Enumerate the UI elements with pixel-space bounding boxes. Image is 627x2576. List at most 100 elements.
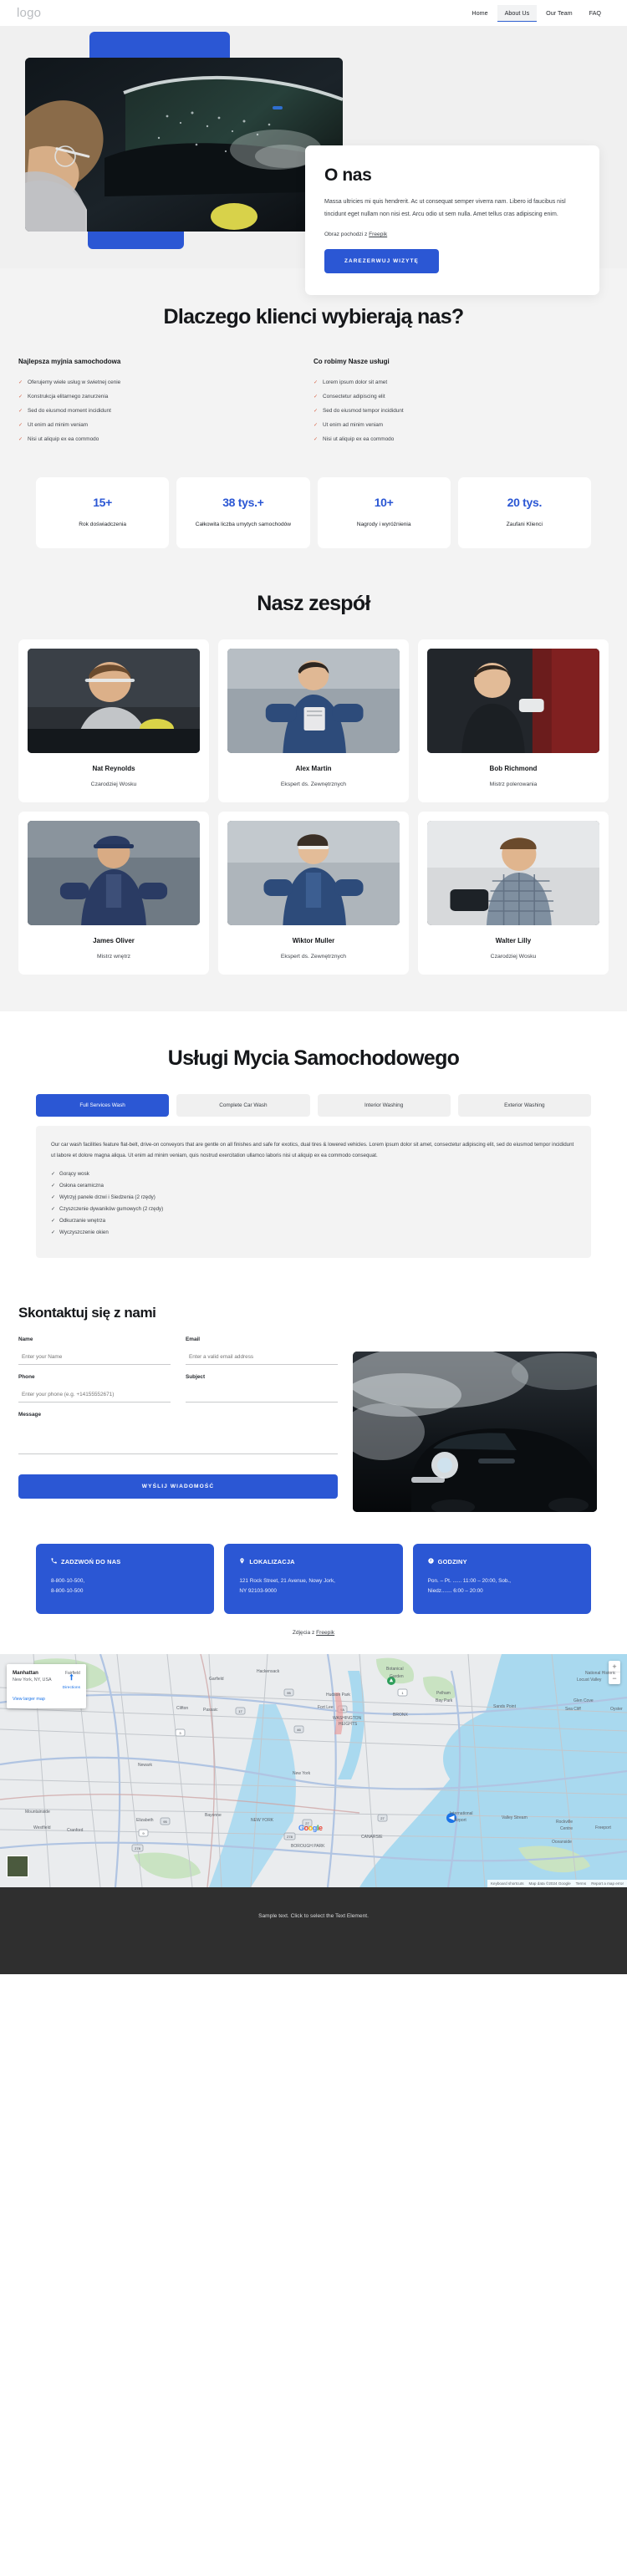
info-card-title: ZADZWOŃ DO NAS: [61, 1557, 121, 1565]
subject-label: Subject: [186, 1373, 206, 1380]
map-label: BOROUGH PARK: [291, 1843, 325, 1849]
team-member-card[interactable]: Walter Lilly Czarodziej Wosku: [418, 811, 609, 975]
team-member-card[interactable]: James Oliver Mistrz wnętrz: [18, 811, 209, 975]
check-icon: ✓: [51, 1183, 56, 1189]
map-label: Fort Lee: [318, 1704, 334, 1710]
info-card-title: GODZINY: [437, 1557, 467, 1565]
nav-item-about-us[interactable]: About Us: [497, 4, 538, 22]
map-terms-link[interactable]: Terms: [576, 1881, 587, 1886]
message-field-group: Message: [18, 1412, 338, 1459]
stat-card: 15+ Rok doświadczenia: [36, 477, 170, 548]
map-label: Westfield: [33, 1825, 51, 1830]
list-item: ✓ Oferujemy wiele usług w świetnej cenie: [18, 379, 288, 385]
phone-label: Phone: [18, 1373, 35, 1380]
hero-credit-link[interactable]: Freepik: [369, 232, 387, 237]
hero-section: O nas Massa ultricies mi quis hendrerit.…: [0, 26, 627, 296]
why-column-2-list: ✓ Lorem ipsum dolor sit amet ✓ Consectetur…: [314, 379, 584, 442]
tab-complete-car-wash[interactable]: Complete Car Wash: [176, 1093, 310, 1117]
map-label: Newark: [138, 1762, 152, 1768]
team-member-name: Walter Lilly: [495, 936, 532, 944]
map-label: Sands Point: [493, 1703, 516, 1709]
list-item: ✓ Sed do eiusmod tempor incididunt: [314, 408, 584, 414]
info-card-body: 8-800-10-500, 8-800-10-500: [51, 1577, 85, 1595]
map-embed[interactable]: 95 1 17 46 3 27 27 9 95 278 278 9A Googl…: [0, 1653, 627, 1887]
stat-card: 38 tys.+ Całkowita liczba umytych samoch…: [176, 477, 310, 548]
view-larger-map-link[interactable]: View larger map: [13, 1697, 80, 1702]
team-member-card[interactable]: Alex Martin Ekspert ds. Zewnętrznych: [218, 639, 409, 802]
list-item-label: Nisi ut aliquip ex ea commodo: [28, 436, 99, 442]
book-appointment-button[interactable]: ZAREZERWUJ WIZYTĘ: [324, 249, 439, 274]
map-label: Airport: [454, 1817, 466, 1823]
check-icon: ✓: [18, 437, 23, 442]
stat-label: Całkowita liczba umytych samochodów: [195, 522, 292, 527]
info-card-body: 121 Rock Street, 21 Avenue, Nowy Jork, N…: [239, 1577, 335, 1595]
list-item-label: Czyszczenie dywaników gumowych (2 rzędy): [59, 1205, 164, 1212]
map-label: WASHINGTON: [333, 1715, 362, 1721]
send-message-button[interactable]: WYŚLIJ WIADOMOŚĆ: [18, 1474, 338, 1499]
nav-item-faq[interactable]: FAQ: [582, 5, 609, 21]
team-member-photo: [227, 648, 400, 753]
map-label: Locust Valley: [577, 1677, 602, 1683]
team-section: Nasz zespół Nat Reynolds Czarodziej Wosk…: [0, 586, 627, 1011]
map-place-title: Manhattan: [13, 1669, 38, 1676]
why-columns: Najlepsza myjnia samochodowa ✓ Oferujemy …: [0, 329, 627, 451]
map-directions-label: Directions: [62, 1685, 80, 1690]
team-member-role: Ekspert ds. Zewnętrznych: [280, 953, 347, 960]
logo[interactable]: logo: [17, 6, 41, 20]
list-item-label: Konstrukcja elitarnego zanurzenia: [28, 394, 109, 400]
tab-exterior-washing[interactable]: Exterior Washing: [457, 1093, 591, 1117]
info-card-location: LOKALIZACJA 121 Rock Street, 21 Avenue, …: [224, 1543, 403, 1614]
services-panel-list: ✓ Gorący wosk ✓ Osłona ceramiczna ✓ Wytrzyj…: [51, 1171, 576, 1235]
main-navigation: Home About Us Our Team FAQ: [464, 4, 609, 22]
photo-credit-prefix: Zdjęcia z: [292, 1629, 317, 1636]
team-member-photo: [427, 820, 599, 925]
map-label: Sea Cliff: [565, 1706, 581, 1712]
why-column-1: Najlepsza myjnia samochodowa ✓ Oferujemy …: [18, 358, 314, 451]
map-label: Hudson Park: [326, 1692, 350, 1698]
team-member-card[interactable]: Bob Richmond Mistrz polerowania: [418, 639, 609, 802]
team-member-name: Wiktor Muller: [292, 936, 335, 944]
contact-info-cards: ZADZWOŃ DO NAS 8-800-10-500, 8-800-10-50…: [0, 1533, 627, 1614]
list-item: ✓ Konstrukcja elitarnego zanurzenia: [18, 394, 288, 400]
stat-number: 10+: [374, 496, 394, 509]
list-item-label: Oferujemy wiele usług w świetnej cenie: [28, 379, 121, 385]
list-item: ✓ Czyszczenie dywaników gumowych (2 rzędy…: [51, 1206, 576, 1212]
nav-item-our-team[interactable]: Our Team: [538, 5, 579, 21]
photo-credit-link[interactable]: Freepik: [316, 1630, 334, 1636]
email-field-group: Email: [186, 1336, 338, 1365]
phone-input[interactable]: [18, 1388, 171, 1403]
map-label: Mountainside: [25, 1809, 50, 1815]
team-member-card[interactable]: Nat Reynolds Czarodziej Wosku: [18, 639, 209, 802]
list-item-label: Lorem ipsum dolor sit amet: [323, 379, 388, 385]
why-title: Dlaczego klienci wybierają nas?: [163, 305, 464, 328]
map-report-error-link[interactable]: Report a map error: [591, 1881, 624, 1886]
contact-form: Skontaktuj się z nami Name Email Phone S…: [18, 1305, 338, 1512]
list-item-label: Nisi ut aliquip ex ea commodo: [323, 436, 395, 442]
why-choose-us-section: Dlaczego klienci wybierają nas? Najlepsz…: [0, 268, 627, 587]
map-attribution: Keyboard shortcuts Map data ©2024 Google…: [487, 1879, 627, 1887]
subject-input[interactable]: [186, 1388, 338, 1403]
map-street-view-thumbnail[interactable]: [7, 1855, 28, 1877]
list-item: ✓ Nisi ut aliquip ex ea commodo: [314, 436, 584, 442]
check-icon: ✓: [18, 395, 23, 400]
clock-icon: [427, 1558, 434, 1565]
email-input[interactable]: [186, 1351, 338, 1365]
map-label: National Historic: [585, 1670, 616, 1676]
why-column-2-heading: Co robimy Nasze usługi: [314, 358, 390, 365]
hero-image-credit: Obraz pochodzi z Freepik: [324, 232, 579, 237]
photo-credit: Zdjęcia z Freepik: [0, 1613, 627, 1654]
check-icon: ✓: [51, 1229, 56, 1235]
team-member-card[interactable]: Wiktor Muller Ekspert ds. Zewnętrznych: [218, 811, 409, 975]
map-keyboard-shortcuts[interactable]: Keyboard shortcuts: [491, 1881, 524, 1886]
tab-full-services-wash[interactable]: Full Services Wash: [36, 1093, 170, 1117]
stat-card: 10+ Nagrody i wyróżnienia: [317, 477, 451, 548]
list-item-label: Odkurzanie wnętrza: [59, 1217, 106, 1224]
map-label: Rockville: [556, 1819, 573, 1825]
map-label: Freeport: [595, 1825, 611, 1830]
name-input[interactable]: [18, 1351, 171, 1365]
tab-interior-washing[interactable]: Interior Washing: [317, 1093, 451, 1117]
services-title: Usługi Mycia Samochodowego: [167, 1046, 460, 1070]
map-label: Garfield: [209, 1676, 224, 1682]
nav-item-home[interactable]: Home: [464, 5, 495, 21]
message-textarea[interactable]: [18, 1422, 338, 1454]
